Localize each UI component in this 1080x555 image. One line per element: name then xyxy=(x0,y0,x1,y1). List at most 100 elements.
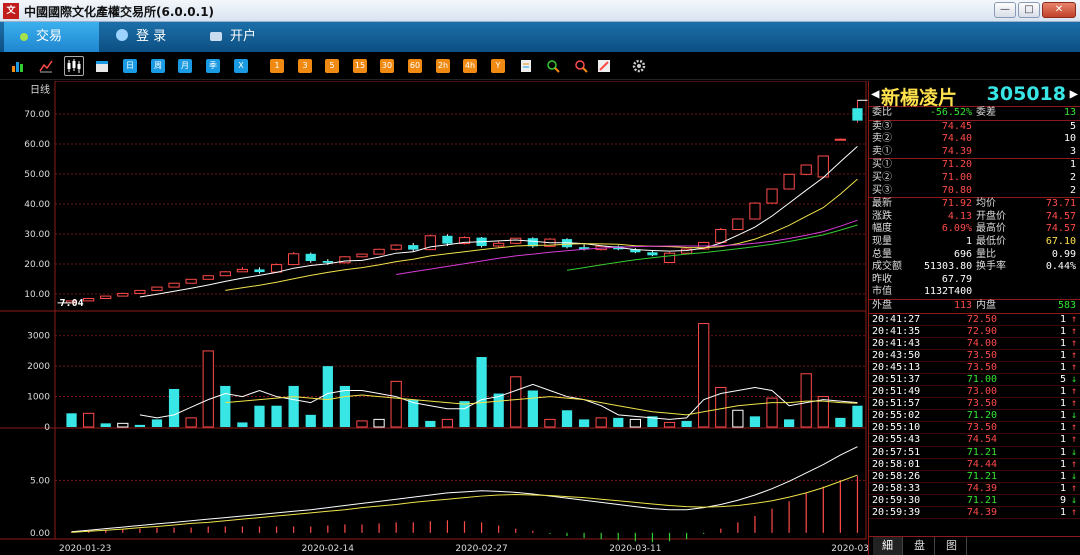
kline-chart-svg[interactable]: 10.0020.0030.0040.0050.0060.0070.00日线74.… xyxy=(0,81,868,555)
kline-title: 日线 xyxy=(30,83,50,96)
settings-icon[interactable] xyxy=(632,59,646,73)
period-quarter-button[interactable]: 季 xyxy=(206,59,220,73)
minute-3-button[interactable]: 3 xyxy=(298,59,312,73)
volume-bar xyxy=(510,376,522,428)
tick-row: 20:51:37 71.00 5 ↓ xyxy=(869,373,1080,387)
period-week-button[interactable]: 周 xyxy=(151,59,165,73)
nav-tab-trade[interactable]: 交易 xyxy=(4,22,99,52)
tick-time: 20:59:39 xyxy=(872,507,921,518)
tab-detail[interactable]: 細 xyxy=(873,537,903,555)
app-logo: 文 xyxy=(3,3,19,19)
quote-label: 最新 xyxy=(872,198,892,210)
minimize-button[interactable]: — xyxy=(994,2,1016,18)
tick-time: 20:51:37 xyxy=(872,373,921,385)
tick-time: 20:58:33 xyxy=(872,482,921,494)
candle-body xyxy=(202,275,214,280)
maximize-button[interactable]: □ xyxy=(1018,2,1040,18)
hour-2-button[interactable]: 2h xyxy=(436,59,450,73)
tick-volume: 1 xyxy=(1059,325,1066,337)
weicha-value: 13 xyxy=(1063,107,1076,118)
tick-price: 73.50 xyxy=(966,361,997,373)
line-chart-icon[interactable] xyxy=(39,59,53,73)
tick-time: 20:45:13 xyxy=(872,361,921,373)
outer-inner-row: 外盘 113 内盘 583 xyxy=(869,300,1080,313)
quote-value: 4.13 xyxy=(947,210,972,222)
minute-15-button[interactable]: 15 xyxy=(353,59,367,73)
chart-toolbar: 日 周 月 季 X 1 3 5 15 30 60 2h 4h Y xyxy=(0,52,1080,80)
quote-label: 现量 xyxy=(872,235,892,247)
report-icon[interactable] xyxy=(519,59,533,73)
date-tick-label: 2020-01-23 xyxy=(59,544,111,554)
weicha-label: 委差 xyxy=(976,107,996,118)
outer-inner-section: 外盘 113 内盘 583 xyxy=(869,300,1080,314)
buy-order-label: 买① xyxy=(872,159,892,171)
zoom-in-icon[interactable] xyxy=(546,59,560,73)
tick-price: 74.54 xyxy=(966,434,997,446)
quote-value: 74.57 xyxy=(1045,210,1076,222)
tick-row: 20:57:51 71.21 1 ↓ xyxy=(869,447,1080,459)
candle-body xyxy=(800,164,812,175)
kline-icon[interactable] xyxy=(64,56,84,76)
close-button[interactable]: ✕ xyxy=(1042,2,1076,18)
tick-row: 20:41:43 74.00 1 ↑ xyxy=(869,338,1080,350)
volume-bar xyxy=(663,421,676,428)
calendar-icon[interactable] xyxy=(95,59,109,73)
kline-chart-area[interactable]: 10.0020.0030.0040.0050.0060.0070.00日线74.… xyxy=(0,81,868,555)
volume-bar xyxy=(168,388,180,427)
nav-tab-login[interactable]: 登 录 xyxy=(112,22,192,52)
buy-order-volume: 2 xyxy=(1069,171,1076,183)
minute-60-button[interactable]: 60 xyxy=(408,59,422,73)
tick-time: 20:51:57 xyxy=(872,398,921,410)
quote-label: 最高价 xyxy=(976,223,1006,235)
arrow-down-icon: ↓ xyxy=(1070,494,1077,506)
tick-row: 20:59:30 71.21 9 ↓ xyxy=(869,495,1080,507)
arrow-down-icon: ↓ xyxy=(1070,446,1077,458)
tick-row: 20:41:27 72.50 1 ↑ xyxy=(869,314,1080,326)
tick-price: 71.21 xyxy=(966,494,997,506)
year-button[interactable]: Y xyxy=(491,59,505,73)
candle-body xyxy=(852,108,863,121)
volume-bar xyxy=(783,419,795,427)
draw-icon[interactable] xyxy=(597,59,611,73)
period-day-button[interactable]: 日 xyxy=(123,59,137,73)
arrow-up-icon: ↑ xyxy=(1070,349,1077,361)
nav-tab-trade-label: 交易 xyxy=(36,29,63,44)
nav-tab-open-account[interactable]: 开户 xyxy=(206,22,286,52)
period-x-button[interactable]: X xyxy=(234,59,248,73)
minute-1-button[interactable]: 1 xyxy=(270,59,284,73)
candle-body xyxy=(408,245,419,250)
tab-order-book[interactable]: 盘 xyxy=(905,537,935,555)
quote-value: 71.92 xyxy=(941,198,972,210)
candle-body xyxy=(732,218,744,230)
volume-bar xyxy=(151,419,163,427)
quote-panel: ◀ 新楊凌片 305018 ▶ 委比 -56.52% 委差 13 卖③ 74.45… xyxy=(868,81,1080,555)
ma-line-ma10 xyxy=(225,178,858,291)
volume-bar xyxy=(100,423,111,427)
tick-list[interactable]: 20:41:27 72.50 1 ↑ 20:41:35 72.90 1 ↑ 20:41:43 74… xyxy=(869,314,1080,520)
buy-orders: 买① 71.20 1 买② 71.00 2 买③ 70.80 2 xyxy=(869,159,1080,199)
volume-bar xyxy=(578,419,590,427)
buy-order-row: 买② 71.00 2 xyxy=(869,172,1080,185)
volume-bar xyxy=(629,418,641,428)
bar-chart-icon[interactable] xyxy=(11,59,25,73)
hour-4-button[interactable]: 4h xyxy=(463,59,477,73)
prev-stock-icon[interactable]: ◀ xyxy=(871,86,879,102)
minute-5-button[interactable]: 5 xyxy=(325,59,339,73)
period-month-button[interactable]: 月 xyxy=(178,59,192,73)
arrow-up-icon: ↑ xyxy=(1070,361,1077,373)
candle-body xyxy=(254,269,265,273)
quote-value: 0.99 xyxy=(1051,248,1076,260)
webi-row: 委比 -56.52% 委差 13 xyxy=(869,107,1080,120)
tick-volume: 1 xyxy=(1059,349,1066,361)
volume-bar xyxy=(202,350,214,428)
zoom-out-icon[interactable] xyxy=(574,59,588,73)
next-stock-icon[interactable]: ▶ xyxy=(1070,86,1078,102)
tick-price: 73.50 xyxy=(966,422,997,434)
candle-body xyxy=(373,248,385,255)
minute-30-button[interactable]: 30 xyxy=(380,59,394,73)
tab-chart[interactable]: 图 xyxy=(937,537,967,555)
tick-volume: 1 xyxy=(1059,410,1066,422)
tick-volume: 1 xyxy=(1059,422,1066,434)
sell-order-price: 74.40 xyxy=(941,133,972,145)
tick-volume: 1 xyxy=(1059,434,1066,446)
